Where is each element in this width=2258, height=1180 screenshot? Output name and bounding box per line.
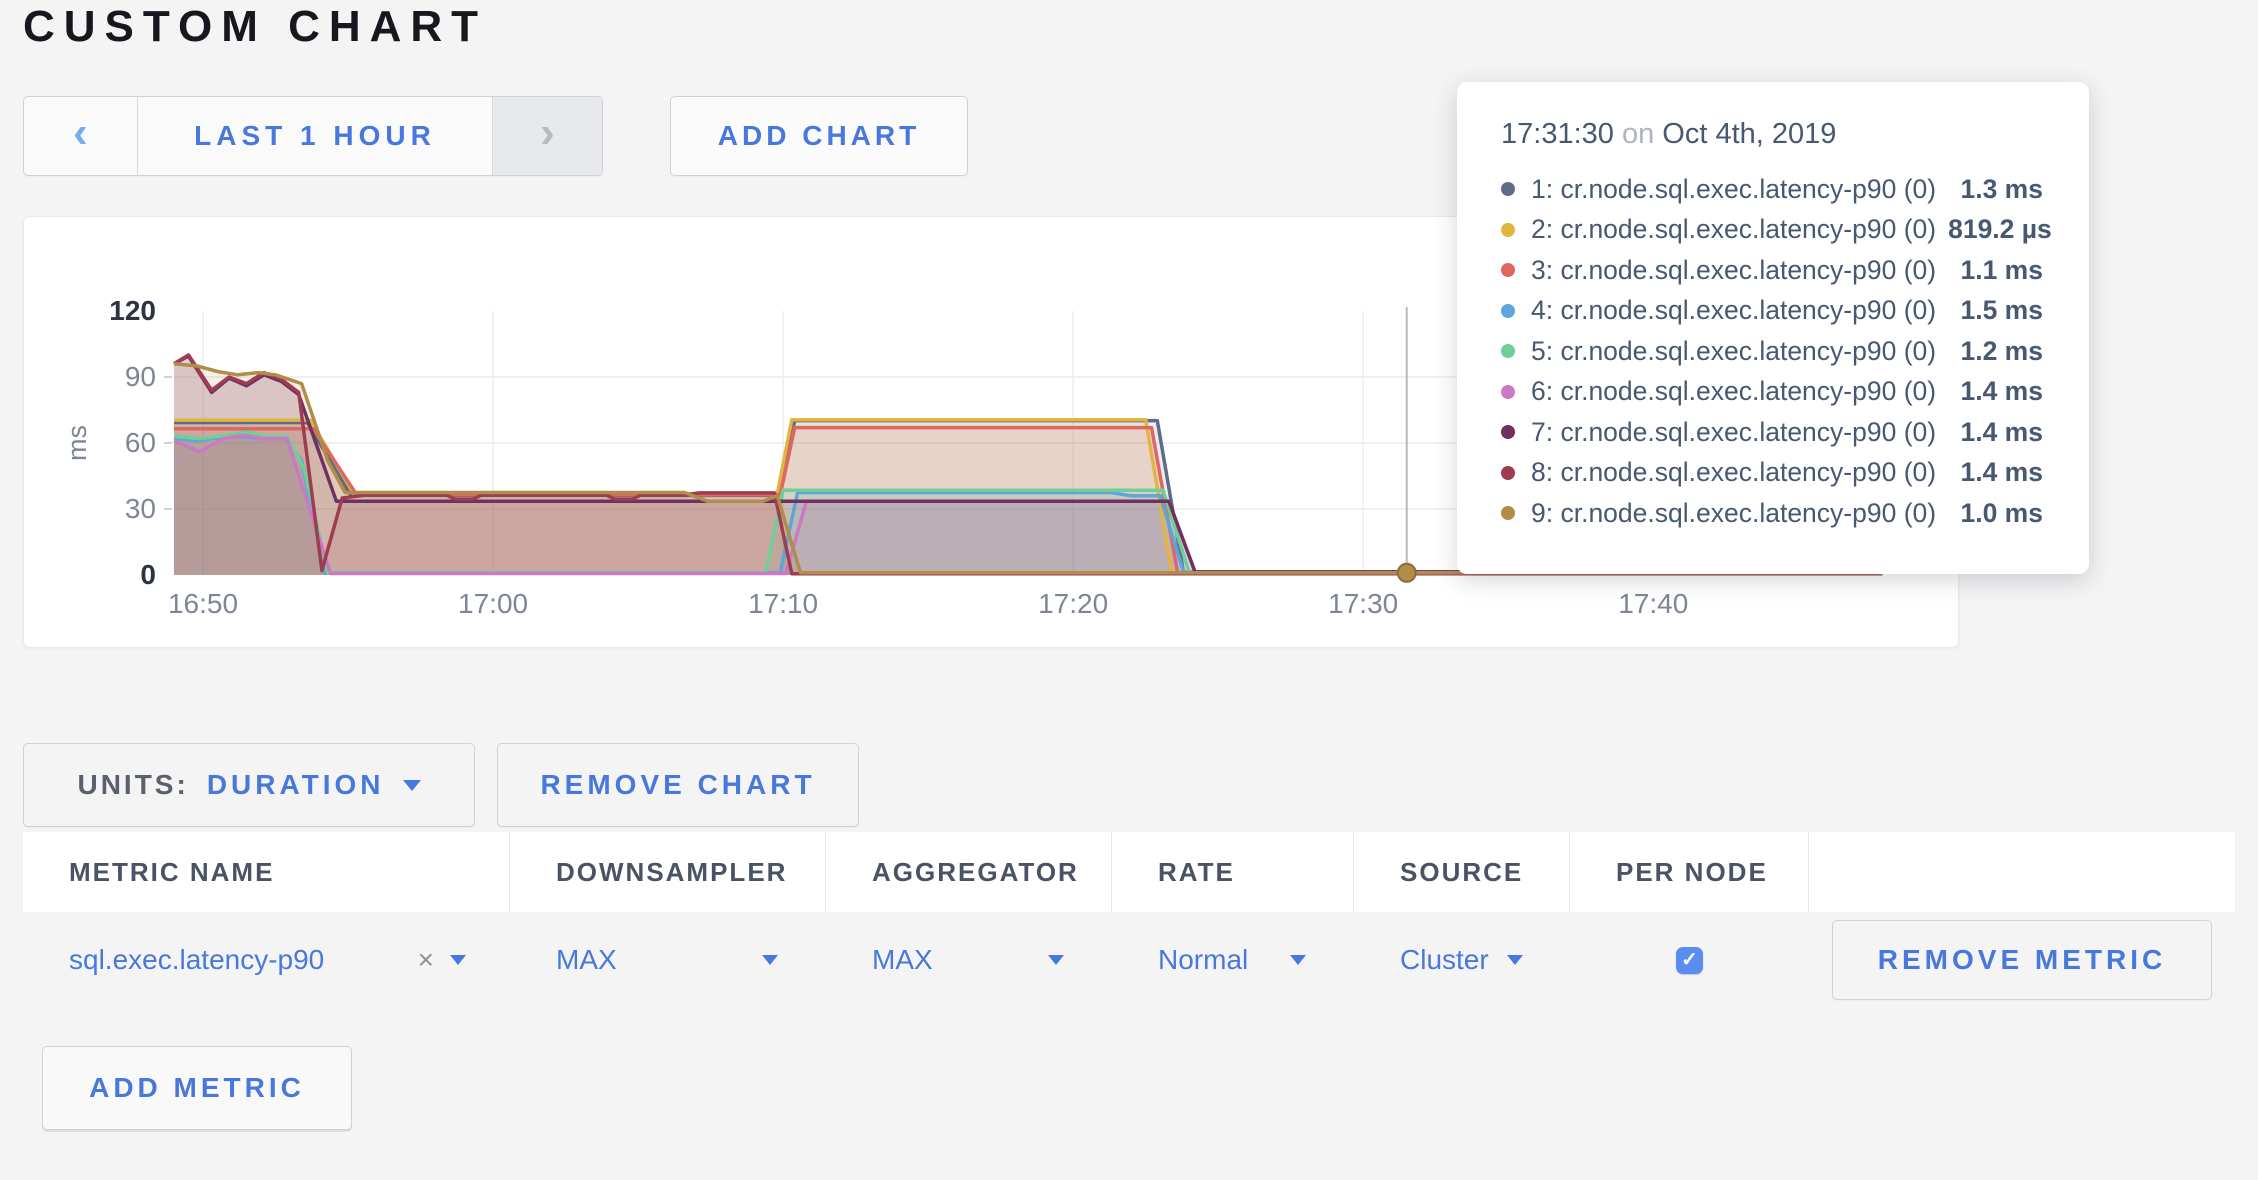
metric-name-dropdown[interactable]: sql.exec.latency-p90 × <box>23 912 510 1008</box>
downsampler-dropdown[interactable]: MAX <box>510 912 826 1008</box>
metrics-table-header: METRIC NAMEDOWNSAMPLERAGGREGATORRATESOUR… <box>23 832 2235 912</box>
downsampler-value: MAX <box>556 944 617 976</box>
chevron-right-icon: › <box>540 111 555 161</box>
add-chart-button[interactable]: ADD CHART <box>670 96 968 176</box>
remove-metric-cell: REMOVE METRIC <box>1809 912 2235 1008</box>
tooltip-series-row: 9: cr.node.sql.exec.latency-p90 (0) 1.0 m… <box>1501 493 2043 534</box>
source-value: Cluster <box>1400 944 1489 976</box>
series-color-dot-icon <box>1501 223 1515 237</box>
tooltip-series-list: 1: cr.node.sql.exec.latency-p90 (0) 1.3 m… <box>1501 169 2043 534</box>
chevron-down-icon <box>1507 955 1523 965</box>
time-next-button[interactable]: › <box>493 97 602 175</box>
metric-name-value[interactable]: sql.exec.latency-p90 <box>69 944 324 976</box>
tooltip-timestamp: 17:31:30 on Oct 4th, 2019 <box>1501 118 2043 151</box>
units-label: UNITS: <box>77 769 188 801</box>
column-header-source: SOURCE <box>1354 832 1570 912</box>
series-value: 1.4 ms <box>1960 457 2043 488</box>
series-label: 9: cr.node.sql.exec.latency-p90 (0) <box>1531 498 1948 529</box>
column-header-per-node: PER NODE <box>1570 832 1809 912</box>
tooltip-time: 17:31:30 <box>1501 118 1614 150</box>
chevron-down-icon <box>762 955 778 965</box>
y-axis-unit: ms <box>62 425 92 461</box>
series-color-dot-icon <box>1501 304 1515 318</box>
series-value: 1.3 ms <box>1960 174 2043 205</box>
series-color-dot-icon <box>1501 425 1515 439</box>
chart-hover-tooltip: 17:31:30 on Oct 4th, 2019 1: cr.node.sql… <box>1457 82 2089 574</box>
chevron-down-icon <box>403 780 421 791</box>
units-value: DURATION <box>207 769 385 801</box>
series-label: 5: cr.node.sql.exec.latency-p90 (0) <box>1531 336 1948 367</box>
column-header-downsampler: DOWNSAMPLER <box>510 832 826 912</box>
tooltip-series-row: 3: cr.node.sql.exec.latency-p90 (0) 1.1 m… <box>1501 250 2043 291</box>
series-label: 3: cr.node.sql.exec.latency-p90 (0) <box>1531 255 1948 286</box>
x-axis-label: 17:10 <box>748 588 818 619</box>
y-axis-label: 90 <box>125 361 156 392</box>
y-axis-label: 60 <box>125 427 156 458</box>
series-label: 1: cr.node.sql.exec.latency-p90 (0) <box>1531 174 1948 205</box>
time-range-button[interactable]: LAST 1 HOUR <box>137 97 493 175</box>
y-axis-label: 120 <box>109 295 156 326</box>
series-value: 1.1 ms <box>1960 255 2043 286</box>
clear-metric-icon[interactable]: × <box>418 944 434 976</box>
metrics-table-row: sql.exec.latency-p90 × MAX MAX Normal Cl… <box>23 912 2235 1008</box>
chevron-left-icon: ‹ <box>73 111 88 161</box>
tooltip-on-word: on <box>1622 118 1654 150</box>
y-axis-label: 30 <box>125 493 156 524</box>
check-icon: ✓ <box>1681 950 1698 970</box>
per-node-checkbox[interactable]: ✓ <box>1676 947 1703 974</box>
column-header-empty <box>1809 832 2235 912</box>
aggregator-value: MAX <box>872 944 933 976</box>
time-prev-button[interactable]: ‹ <box>24 97 137 175</box>
time-range-selector: ‹ LAST 1 HOUR › <box>23 96 603 176</box>
series-label: 2: cr.node.sql.exec.latency-p90 (0) <box>1531 214 1936 245</box>
series-color-dot-icon <box>1501 182 1515 196</box>
tooltip-series-row: 7: cr.node.sql.exec.latency-p90 (0) 1.4 m… <box>1501 412 2043 453</box>
series-color-dot-icon <box>1501 263 1515 277</box>
units-dropdown[interactable]: UNITS: DURATION <box>23 743 475 827</box>
series-label: 4: cr.node.sql.exec.latency-p90 (0) <box>1531 295 1948 326</box>
chevron-down-icon <box>1048 955 1064 965</box>
tooltip-series-row: 6: cr.node.sql.exec.latency-p90 (0) 1.4 m… <box>1501 372 2043 413</box>
column-header-metric-name: METRIC NAME <box>23 832 510 912</box>
rate-dropdown[interactable]: Normal <box>1112 912 1354 1008</box>
add-metric-button[interactable]: ADD METRIC <box>42 1046 352 1130</box>
remove-metric-button[interactable]: REMOVE METRIC <box>1832 920 2212 1000</box>
series-value: 1.4 ms <box>1960 417 2043 448</box>
series-color-dot-icon <box>1501 385 1515 399</box>
chevron-down-icon <box>1290 955 1306 965</box>
series-color-dot-icon <box>1501 466 1515 480</box>
series-color-dot-icon <box>1501 344 1515 358</box>
series-value: 1.2 ms <box>1960 336 2043 367</box>
x-axis-label: 17:30 <box>1328 588 1398 619</box>
series-color-dot-icon <box>1501 506 1515 520</box>
chevron-down-icon[interactable] <box>450 955 466 965</box>
column-header-rate: RATE <box>1112 832 1354 912</box>
tooltip-series-row: 8: cr.node.sql.exec.latency-p90 (0) 1.4 m… <box>1501 453 2043 494</box>
series-value: 1.5 ms <box>1960 295 2043 326</box>
page-title: CUSTOM CHART <box>23 2 487 52</box>
per-node-cell: ✓ <box>1570 912 1809 1008</box>
y-axis-label: 0 <box>140 559 156 590</box>
tooltip-series-row: 4: cr.node.sql.exec.latency-p90 (0) 1.5 m… <box>1501 291 2043 332</box>
aggregator-dropdown[interactable]: MAX <box>826 912 1112 1008</box>
tooltip-series-row: 2: cr.node.sql.exec.latency-p90 (0)819.2… <box>1501 210 2043 251</box>
source-dropdown[interactable]: Cluster <box>1354 912 1570 1008</box>
tooltip-series-row: 1: cr.node.sql.exec.latency-p90 (0) 1.3 m… <box>1501 169 2043 210</box>
series-label: 7: cr.node.sql.exec.latency-p90 (0) <box>1531 417 1948 448</box>
series-value: 819.2 µs <box>1948 214 2052 245</box>
x-axis-label: 17:40 <box>1618 588 1688 619</box>
x-axis-label: 17:20 <box>1038 588 1108 619</box>
x-axis-label: 16:50 <box>168 588 238 619</box>
column-header-aggregator: AGGREGATOR <box>826 832 1112 912</box>
series-label: 6: cr.node.sql.exec.latency-p90 (0) <box>1531 376 1948 407</box>
series-value: 1.0 ms <box>1960 498 2043 529</box>
tooltip-date: Oct 4th, 2019 <box>1662 118 1836 150</box>
crosshair-dot <box>1398 564 1416 582</box>
rate-value: Normal <box>1158 944 1248 976</box>
tooltip-series-row: 5: cr.node.sql.exec.latency-p90 (0) 1.2 m… <box>1501 331 2043 372</box>
x-axis-label: 17:00 <box>458 588 528 619</box>
series-label: 8: cr.node.sql.exec.latency-p90 (0) <box>1531 457 1948 488</box>
remove-chart-button[interactable]: REMOVE CHART <box>497 743 859 827</box>
series-value: 1.4 ms <box>1960 376 2043 407</box>
